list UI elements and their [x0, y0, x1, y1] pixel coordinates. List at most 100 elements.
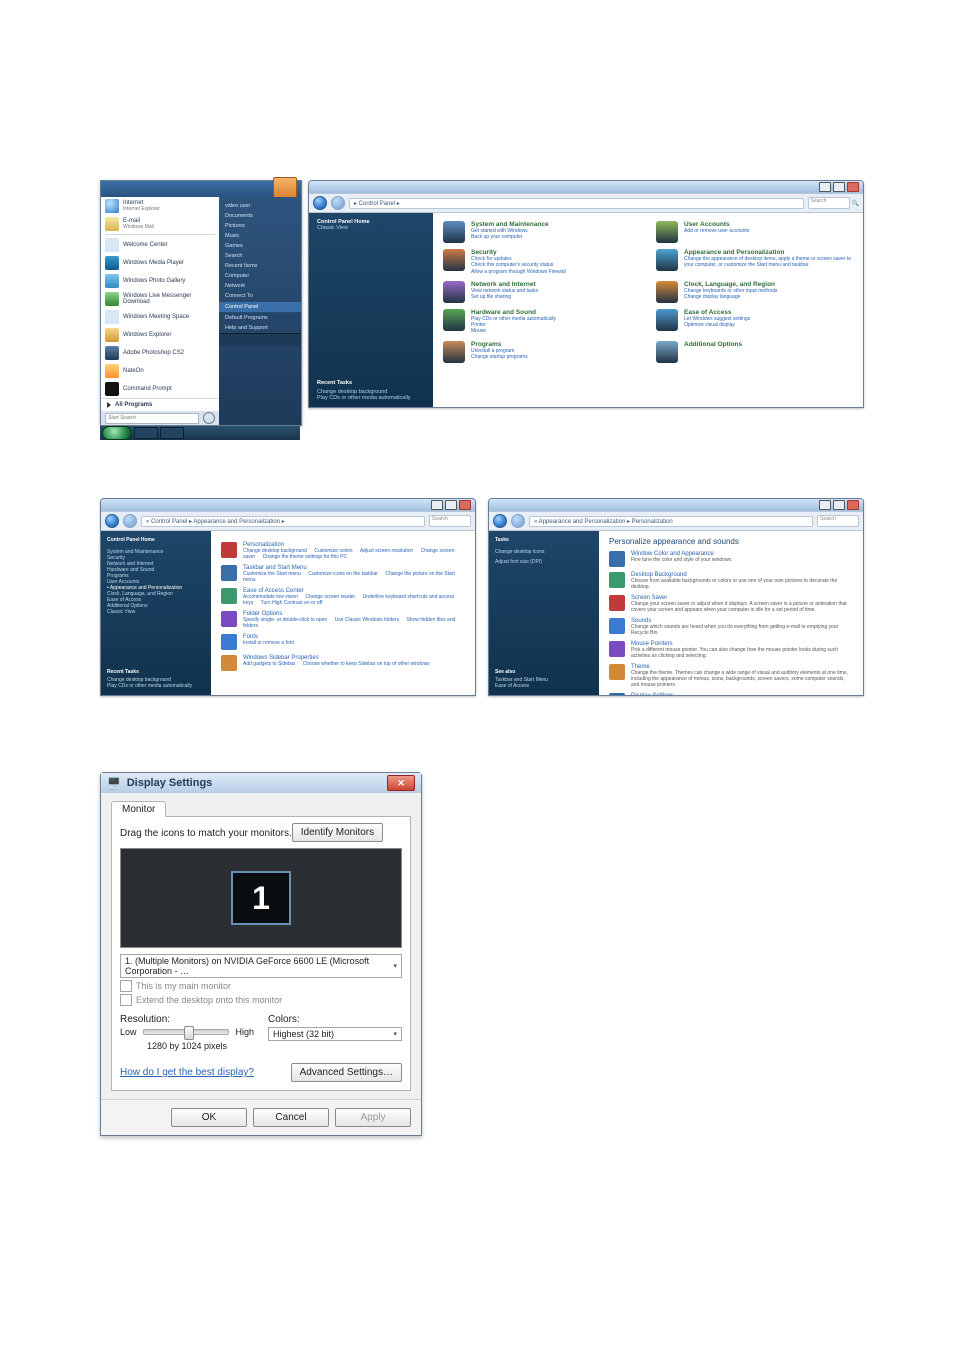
right-item[interactable]: Documents: [219, 211, 301, 221]
right-item-control-panel[interactable]: Control Panel: [219, 301, 301, 313]
start-search-input[interactable]: [105, 413, 199, 424]
category-hardware-and-sound[interactable]: Hardware and SoundPlay CDs or other medi…: [443, 309, 640, 335]
category-heading[interactable]: Ease of Access: [684, 309, 750, 316]
category-link[interactable]: Mouse: [471, 328, 556, 334]
category-heading[interactable]: Programs: [471, 341, 528, 348]
pinned-internet[interactable]: InternetInternet Explorer: [101, 197, 219, 215]
recent-item[interactable]: Windows Live Messenger Download: [101, 290, 219, 308]
category-link[interactable]: Change startup programs: [471, 354, 528, 360]
nav-forward-icon[interactable]: [331, 196, 345, 210]
apply-button[interactable]: Apply: [335, 1108, 411, 1127]
option-window-color-and-appearance[interactable]: Window Color and AppearanceFine tune the…: [609, 551, 853, 567]
category-heading[interactable]: Security: [471, 249, 566, 256]
right-item[interactable]: Pictures: [219, 221, 301, 231]
category-clock-language-and-region[interactable]: Clock, Language, and RegionChange keyboa…: [656, 281, 853, 303]
right-item[interactable]: Recent Items: [219, 261, 301, 271]
recent-task[interactable]: Play CDs or other media automatically: [317, 395, 425, 401]
tab-monitor[interactable]: Monitor: [111, 801, 166, 817]
maximize-button[interactable]: [833, 500, 845, 510]
category-heading[interactable]: Additional Options: [684, 341, 742, 348]
recent-item[interactable]: Windows Meeting Space: [101, 308, 219, 326]
minimize-button[interactable]: [819, 500, 831, 510]
recent-item[interactable]: Command Prompt: [101, 380, 219, 398]
recent-item[interactable]: Welcome Center: [101, 236, 219, 254]
recent-item[interactable]: Windows Photo Gallery: [101, 272, 219, 290]
cancel-button[interactable]: Cancel: [253, 1108, 329, 1127]
sidebar-home[interactable]: Control Panel Home: [107, 537, 205, 543]
sidebar-item[interactable]: Classic View: [107, 609, 205, 615]
maximize-button[interactable]: [833, 182, 845, 192]
category-heading[interactable]: Appearance and Personalization: [684, 249, 853, 256]
category-appearance-and-personalization[interactable]: Appearance and PersonalizationChange the…: [656, 249, 853, 275]
category-link[interactable]: Allow a program through Windows Firewall: [471, 269, 566, 275]
category-additional-options[interactable]: Additional Options: [656, 341, 853, 363]
window-titlebar[interactable]: [489, 499, 863, 511]
right-item[interactable]: Network: [219, 281, 301, 291]
category-system-and-maintenance[interactable]: System and MaintenanceGet started with W…: [443, 221, 640, 243]
recent-task[interactable]: Play CDs or other media automatically: [107, 683, 205, 689]
pinned-email[interactable]: E-mailWindows Mail: [101, 215, 219, 233]
category-link[interactable]: Optimize visual display: [684, 322, 750, 328]
window-titlebar[interactable]: [309, 181, 863, 193]
search-input[interactable]: Search: [429, 515, 471, 527]
option-heading[interactable]: Display Settings: [631, 693, 853, 695]
category-network-and-internet[interactable]: Network and InternetView network status …: [443, 281, 640, 303]
group-link[interactable]: Change the theme settings for this PC: [263, 554, 348, 560]
recent-item[interactable]: Adobe Photoshop CS2: [101, 344, 219, 362]
right-item[interactable]: Search: [219, 251, 301, 261]
minimize-button[interactable]: [431, 500, 443, 510]
slider-track[interactable]: [143, 1029, 230, 1035]
group-link[interactable]: Use Classic Windows folders: [335, 617, 399, 623]
right-item[interactable]: Connect To: [219, 291, 301, 301]
color-depth-select[interactable]: Highest (32 bit)▾: [268, 1027, 402, 1041]
category-user-accounts[interactable]: User AccountsAdd or remove user accounts: [656, 221, 853, 243]
category-link[interactable]: Check this computer's security status: [471, 262, 566, 268]
category-heading[interactable]: System and Maintenance: [471, 221, 549, 228]
category-heading[interactable]: Network and Internet: [471, 281, 538, 288]
option-screen-saver[interactable]: Screen SaverChange your screen saver or …: [609, 595, 853, 613]
category-ease-of-access[interactable]: Ease of AccessLet Windows suggest settin…: [656, 309, 853, 335]
maximize-button[interactable]: [445, 500, 457, 510]
option-theme[interactable]: ThemeChange the theme. Themes can change…: [609, 664, 853, 688]
start-button[interactable]: [102, 426, 132, 440]
taskbar-app[interactable]: [134, 427, 158, 439]
nav-back-icon[interactable]: [493, 514, 507, 528]
advanced-settings-button[interactable]: Advanced Settings…: [291, 1063, 402, 1082]
right-item[interactable]: Help and Support: [219, 323, 301, 333]
nav-back-icon[interactable]: [313, 196, 327, 210]
breadcrumb[interactable]: « Control Panel ▸ Appearance and Persona…: [141, 516, 425, 527]
nav-forward-icon[interactable]: [511, 514, 525, 528]
group-link[interactable]: Customize icons on the taskbar: [308, 571, 378, 577]
category-security[interactable]: SecurityCheck for updatesCheck this comp…: [443, 249, 640, 275]
taskbar-app[interactable]: [160, 427, 184, 439]
recent-item[interactable]: Windows Media Player: [101, 254, 219, 272]
category-link[interactable]: Change display language: [684, 294, 777, 300]
category-heading[interactable]: Clock, Language, and Region: [684, 281, 777, 288]
breadcrumb[interactable]: ▸ Control Panel ▸: [349, 198, 804, 209]
group-link[interactable]: Install or remove a font: [243, 640, 294, 646]
slider-thumb[interactable]: [184, 1026, 194, 1040]
recent-item[interactable]: NateOn: [101, 362, 219, 380]
category-link[interactable]: Add or remove user accounts: [684, 228, 749, 234]
category-programs[interactable]: ProgramsUninstall a programChange startu…: [443, 341, 640, 363]
right-item[interactable]: Games: [219, 241, 301, 251]
nav-back-icon[interactable]: [105, 514, 119, 528]
power-buttons[interactable]: [219, 333, 301, 346]
option-display-settings[interactable]: Display SettingsAdjust your monitor reso…: [609, 693, 853, 695]
group-link[interactable]: Choose whether to keep Sidebar on top of…: [303, 661, 430, 667]
ok-button[interactable]: OK: [171, 1108, 247, 1127]
close-button[interactable]: ✕: [387, 775, 415, 791]
category-heading[interactable]: Hardware and Sound: [471, 309, 556, 316]
breadcrumb[interactable]: « Appearance and Personalization ▸ Perso…: [529, 516, 813, 527]
group-link[interactable]: Adjust screen resolution: [360, 548, 413, 554]
monitor-select[interactable]: 1. (Multiple Monitors) on NVIDIA GeForce…: [120, 954, 402, 978]
resolution-slider[interactable]: Low High: [120, 1027, 254, 1037]
close-button[interactable]: [847, 500, 859, 510]
nav-forward-icon[interactable]: [123, 514, 137, 528]
right-item[interactable]: Computer: [219, 271, 301, 281]
category-link[interactable]: Back up your computer: [471, 234, 549, 240]
all-programs[interactable]: All Programs: [101, 398, 219, 411]
option-mouse-pointers[interactable]: Mouse PointersPick a different mouse poi…: [609, 641, 853, 659]
group-link[interactable]: Turn High Contrast on or off: [261, 600, 323, 606]
option-desktop-background[interactable]: Desktop BackgroundChoose from available …: [609, 572, 853, 590]
